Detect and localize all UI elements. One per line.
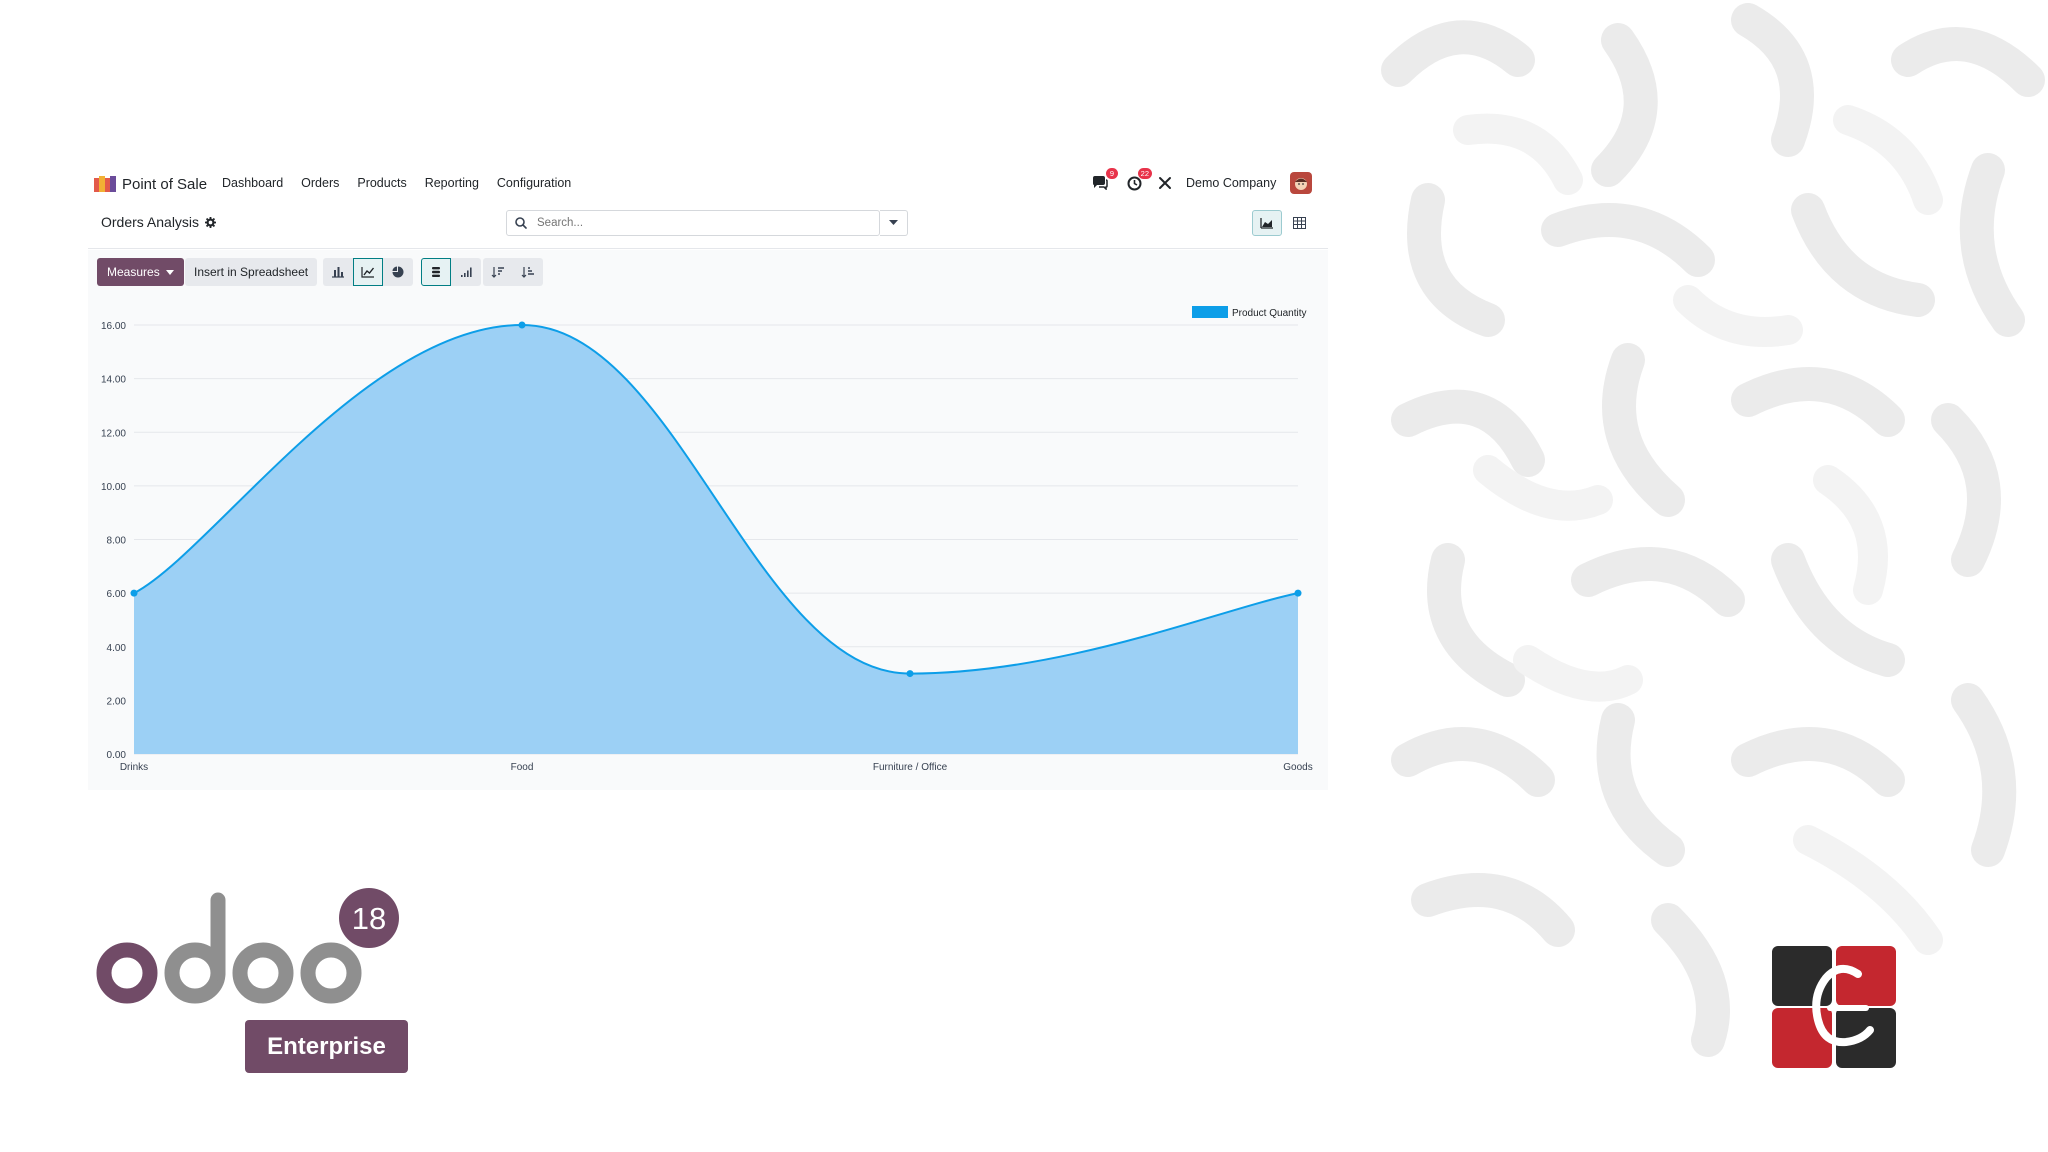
messages-button[interactable]: 9 bbox=[1090, 168, 1118, 193]
measures-label: Measures bbox=[107, 265, 160, 279]
x-tick-label: Drinks bbox=[120, 762, 148, 773]
sort-descending-icon bbox=[491, 267, 504, 278]
caret-down-icon bbox=[165, 269, 174, 275]
enterprise-badge: Enterprise bbox=[245, 1020, 408, 1073]
app-brand[interactable]: Point of Sale bbox=[94, 172, 207, 196]
gear-icon[interactable] bbox=[205, 216, 217, 228]
y-tick-label: 0.00 bbox=[107, 750, 127, 761]
chart-options-group bbox=[421, 258, 481, 286]
area-chart-icon bbox=[1260, 218, 1273, 229]
bar-chart-icon bbox=[332, 267, 344, 278]
measures-dropdown-button[interactable]: Measures bbox=[97, 258, 184, 286]
data-point bbox=[518, 321, 526, 329]
search-bar bbox=[506, 210, 880, 236]
point-of-sale-app-icon bbox=[94, 176, 116, 192]
decorative-pattern-background bbox=[1381, 3, 2045, 1057]
cumulative-toggle-button[interactable] bbox=[451, 258, 481, 286]
search-options-toggle[interactable] bbox=[880, 210, 908, 236]
company-logo bbox=[1772, 946, 1896, 1068]
systray: 9 22 Demo Company bbox=[1090, 168, 1313, 194]
y-tick-label: 4.00 bbox=[107, 643, 127, 654]
app-name: Point of Sale bbox=[122, 175, 208, 193]
page-title: Orders Analysis bbox=[101, 214, 200, 230]
menu-dashboard[interactable]: Dashboard bbox=[222, 176, 283, 190]
view-switcher bbox=[1252, 210, 1314, 236]
y-tick-label: 14.00 bbox=[101, 375, 126, 386]
search-input[interactable] bbox=[533, 216, 879, 230]
company-switcher[interactable]: Demo Company bbox=[1186, 176, 1276, 190]
avatar-face-icon bbox=[1295, 178, 1308, 190]
data-point bbox=[1294, 589, 1302, 597]
data-point bbox=[130, 589, 138, 597]
menu-reporting[interactable]: Reporting bbox=[425, 176, 479, 190]
area-chart: 0.00 2.00 4.00 6.00 8.00 10.00 12.00 14.00 16.00… bbox=[101, 306, 1313, 773]
y-tick-label: 16.00 bbox=[101, 321, 126, 332]
activities-badge: 22 bbox=[1137, 168, 1152, 179]
pivot-view-button[interactable] bbox=[1284, 210, 1314, 236]
x-tick-label: Food bbox=[511, 762, 534, 773]
chat-icon bbox=[1093, 176, 1108, 190]
sort-ascending-button[interactable] bbox=[513, 258, 543, 286]
tools-icon bbox=[1159, 177, 1171, 189]
x-tick-label: Furniture / Office bbox=[873, 762, 948, 773]
line-chart-button[interactable] bbox=[353, 258, 383, 286]
table-icon bbox=[1292, 217, 1306, 229]
sort-ascending-icon bbox=[521, 267, 534, 278]
pie-chart-button[interactable] bbox=[383, 258, 413, 286]
odoo-logo: 18 bbox=[96, 888, 399, 1004]
stacked-toggle-button[interactable] bbox=[421, 258, 451, 286]
version-badge: 18 bbox=[352, 901, 386, 936]
breadcrumb: Orders Analysis bbox=[101, 214, 217, 230]
legend-label: Product Quantity bbox=[1232, 308, 1306, 319]
y-tick-label: 6.00 bbox=[107, 589, 127, 600]
sort-group bbox=[483, 258, 543, 286]
y-tick-label: 8.00 bbox=[107, 536, 127, 547]
menu-products[interactable]: Products bbox=[357, 176, 406, 190]
caret-down-icon bbox=[889, 220, 898, 225]
data-point bbox=[906, 670, 914, 678]
menu-configuration[interactable]: Configuration bbox=[497, 176, 571, 190]
y-tick-label: 12.00 bbox=[101, 428, 126, 439]
stack-icon bbox=[432, 267, 440, 277]
top-menu: Dashboard Orders Products Reporting Conf… bbox=[222, 176, 571, 190]
messages-badge: 9 bbox=[1106, 168, 1118, 179]
legend-swatch bbox=[1192, 306, 1228, 318]
search-icon bbox=[515, 217, 527, 229]
signal-bars-icon bbox=[460, 267, 472, 277]
activities-button[interactable]: 22 bbox=[1124, 168, 1152, 193]
graph-view-button[interactable] bbox=[1252, 210, 1282, 236]
line-chart-icon bbox=[361, 267, 375, 278]
debug-tools-button[interactable] bbox=[1158, 176, 1172, 190]
x-tick-label: Goods bbox=[1283, 762, 1312, 773]
insert-in-spreadsheet-button[interactable]: Insert in Spreadsheet bbox=[185, 258, 318, 286]
header-divider bbox=[88, 248, 1328, 249]
pie-chart-icon bbox=[392, 266, 404, 278]
user-avatar[interactable] bbox=[1290, 172, 1313, 194]
menu-orders[interactable]: Orders bbox=[301, 176, 339, 190]
bar-chart-button[interactable] bbox=[323, 258, 353, 286]
y-tick-label: 10.00 bbox=[101, 482, 126, 493]
y-tick-label: 2.00 bbox=[107, 696, 127, 707]
sort-descending-button[interactable] bbox=[483, 258, 513, 286]
chart-type-group bbox=[323, 258, 413, 286]
